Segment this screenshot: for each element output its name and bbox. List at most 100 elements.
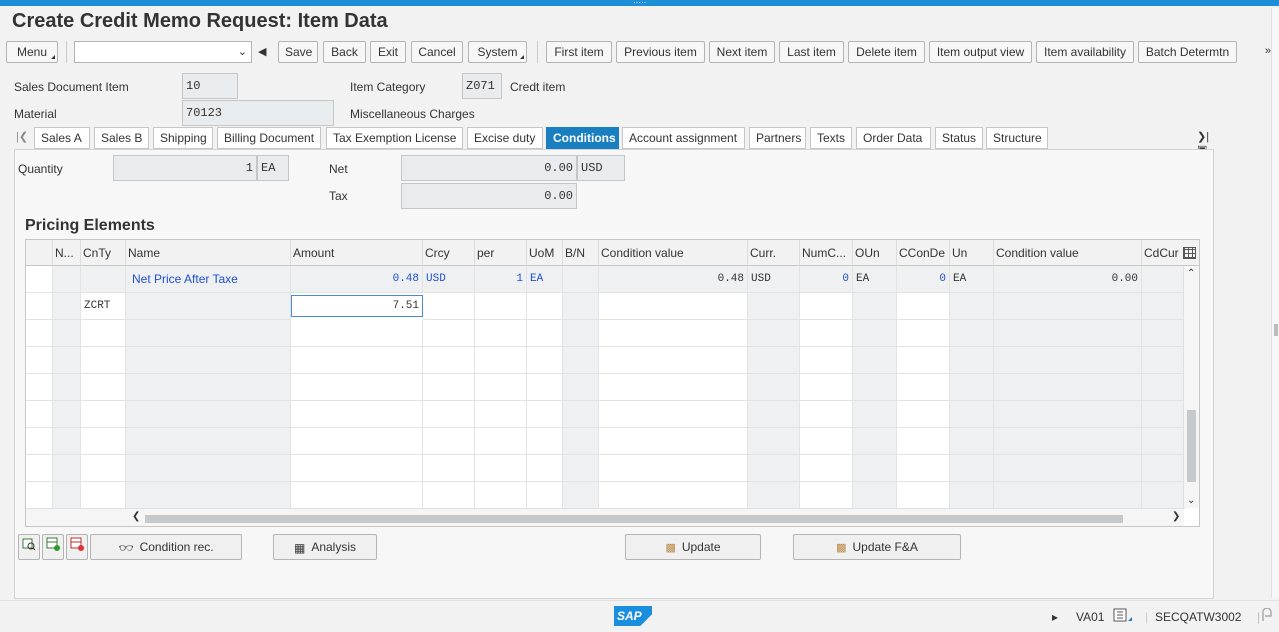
table-cell[interactable] <box>599 347 748 374</box>
table-cell[interactable] <box>423 455 475 482</box>
scroll-down-icon[interactable]: ⌄ <box>1187 495 1195 506</box>
system-info-icon[interactable] <box>1113 608 1133 625</box>
table-cell[interactable] <box>527 401 563 428</box>
table-cell[interactable] <box>599 320 748 347</box>
table-cell[interactable] <box>475 401 527 428</box>
right-splitter[interactable] <box>1271 8 1279 598</box>
table-cell[interactable] <box>897 455 950 482</box>
lock-icon[interactable] <box>1261 607 1273 625</box>
table-cell[interactable] <box>800 293 853 320</box>
update-button[interactable]: ▩ Update <box>625 534 761 560</box>
delete-row-button[interactable] <box>66 534 88 560</box>
delete-item-button[interactable]: Delete item <box>848 41 925 63</box>
table-cell[interactable] <box>800 482 853 509</box>
table-cell[interactable] <box>423 320 475 347</box>
row-selector-header[interactable] <box>26 240 53 266</box>
table-cell[interactable] <box>81 320 126 347</box>
table-cell[interactable] <box>897 293 950 320</box>
horizontal-scrollbar[interactable]: ❮ ❯ <box>26 508 1184 526</box>
table-cell[interactable] <box>599 401 748 428</box>
table-cell[interactable] <box>800 347 853 374</box>
col-header[interactable]: per <box>475 240 527 266</box>
chevron-down-icon[interactable]: ⌄ <box>238 45 247 58</box>
row-selector[interactable] <box>26 347 53 374</box>
table-cell[interactable] <box>81 482 126 509</box>
col-header[interactable]: Un <box>950 240 994 266</box>
table-cell[interactable] <box>527 374 563 401</box>
table-cell[interactable] <box>527 455 563 482</box>
net-currency-field[interactable]: USD <box>577 155 625 181</box>
table-cell[interactable] <box>423 293 475 320</box>
table-cell[interactable] <box>527 428 563 455</box>
table-cell[interactable] <box>81 266 126 293</box>
net-value-field[interactable]: 0.00 <box>401 155 577 181</box>
tab-sales-a[interactable]: Sales A <box>34 127 90 149</box>
batch-determination-button[interactable]: Batch Determtn <box>1138 41 1237 63</box>
exit-button[interactable]: Exit <box>370 41 406 63</box>
cancel-button[interactable]: Cancel <box>411 41 463 63</box>
table-cell[interactable]: 1 <box>475 266 527 293</box>
table-cell[interactable] <box>475 347 527 374</box>
item-category-field[interactable]: Z071 <box>462 73 502 99</box>
scroll-up-icon[interactable]: ⌃ <box>1187 268 1195 279</box>
condition-rec-button[interactable]: 👓︎ Condition rec. <box>90 534 242 560</box>
table-cell[interactable] <box>81 428 126 455</box>
col-header[interactable]: Condition value <box>994 240 1142 266</box>
col-header[interactable]: Name <box>126 240 291 266</box>
table-cell[interactable] <box>423 428 475 455</box>
table-cell[interactable] <box>475 293 527 320</box>
col-header[interactable]: B/N <box>563 240 599 266</box>
tab-account-assignment[interactable]: Account assignment <box>622 127 745 149</box>
table-cell[interactable] <box>291 401 423 428</box>
analysis-button[interactable]: ▦ Analysis <box>273 534 377 560</box>
table-cell[interactable] <box>475 374 527 401</box>
tab-billing-document[interactable]: Billing Document <box>217 127 321 149</box>
scroll-left-icon[interactable]: ❮ <box>132 511 140 522</box>
table-cell[interactable]: 0 <box>800 266 853 293</box>
table-cell[interactable] <box>423 347 475 374</box>
table-cell[interactable]: 0.48 <box>291 266 423 293</box>
table-cell[interactable] <box>291 320 423 347</box>
select-detail-button[interactable] <box>18 534 40 560</box>
table-cell[interactable] <box>599 293 748 320</box>
back-button[interactable]: Back <box>323 41 366 63</box>
first-tab-icon[interactable]: |❮ <box>16 130 28 143</box>
next-item-button[interactable]: Next item <box>709 41 775 63</box>
col-header[interactable]: Curr. <box>748 240 800 266</box>
table-cell[interactable] <box>897 482 950 509</box>
table-cell[interactable] <box>475 428 527 455</box>
table-cell[interactable]: EA <box>853 266 897 293</box>
tab-status[interactable]: Status <box>935 127 983 149</box>
row-selector[interactable] <box>26 320 53 347</box>
tab-sales-b[interactable]: Sales B <box>94 127 149 149</box>
table-cell[interactable]: EA <box>527 266 563 293</box>
system-button[interactable]: System <box>468 41 527 63</box>
row-selector[interactable] <box>26 374 53 401</box>
row-selector[interactable] <box>26 455 53 482</box>
update-fa-button[interactable]: ▩ Update F&A <box>793 534 961 560</box>
table-cell[interactable] <box>475 320 527 347</box>
table-cell[interactable] <box>291 347 423 374</box>
item-availability-button[interactable]: Item availability <box>1036 41 1134 63</box>
table-cell[interactable] <box>527 293 563 320</box>
arrow-left-icon[interactable]: ◀ <box>258 45 266 58</box>
table-cell[interactable] <box>423 374 475 401</box>
col-header[interactable]: UoM <box>527 240 563 266</box>
table-cell[interactable] <box>800 428 853 455</box>
table-cell[interactable] <box>81 455 126 482</box>
table-cell[interactable]: 0 <box>897 266 950 293</box>
table-cell[interactable] <box>897 401 950 428</box>
scroll-right-icon[interactable]: ❯ <box>1172 511 1180 522</box>
col-header[interactable]: Condition value <box>599 240 748 266</box>
table-cell[interactable] <box>897 347 950 374</box>
sales-doc-item-field[interactable]: 10 <box>182 73 238 99</box>
table-cell[interactable] <box>291 374 423 401</box>
table-cell[interactable] <box>599 374 748 401</box>
table-cell[interactable] <box>527 482 563 509</box>
col-header[interactable]: NumC... <box>800 240 853 266</box>
item-output-view-button[interactable]: Item output view <box>929 41 1032 63</box>
table-cell[interactable] <box>599 482 748 509</box>
scrollbar-thumb[interactable] <box>1187 410 1196 482</box>
table-cell[interactable] <box>897 320 950 347</box>
table-cell[interactable] <box>475 455 527 482</box>
